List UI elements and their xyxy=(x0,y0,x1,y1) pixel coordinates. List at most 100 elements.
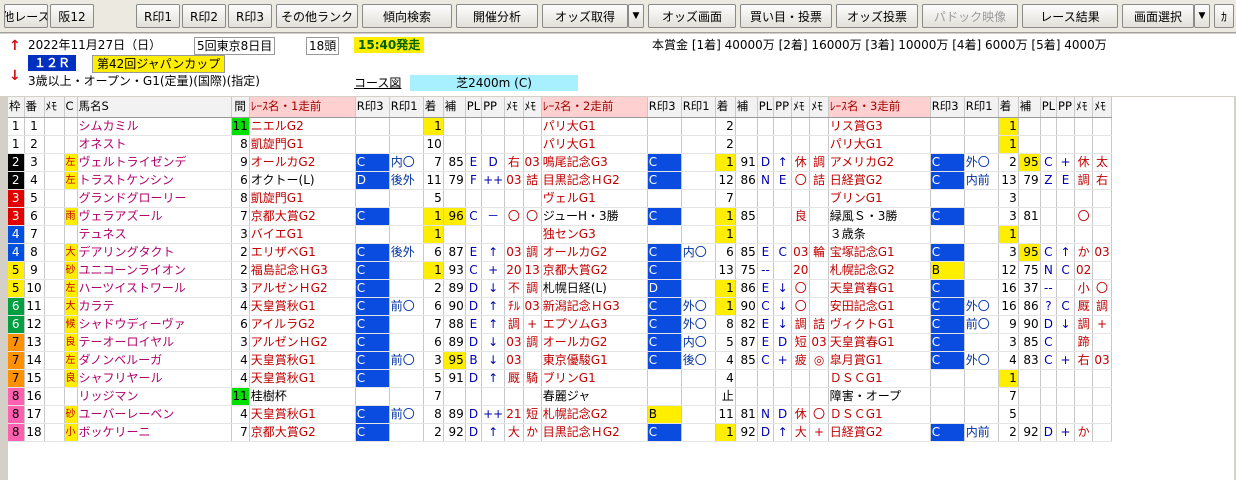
prev3-race-name: 障害・オープ xyxy=(828,387,931,406)
column-header[interactable]: R印3 xyxy=(355,97,390,118)
prev1-memo1: 03 xyxy=(504,243,524,262)
r-mark1-button[interactable]: R印1 xyxy=(136,4,180,28)
horse-row[interactable]: 8 16 リッジマン 11 桂樹杯 7 春麗ジャ 止 障害・オープ 7 xyxy=(8,387,1112,406)
horse-row[interactable]: 2 4 左トラストケンシン 6 オクトー(L) D 後外 11 79 F ++ 03 詰目黒記念ＨG2 C… xyxy=(8,171,1112,190)
other-race-button[interactable]: 他レース xyxy=(4,4,48,28)
column-header[interactable]: 枠 xyxy=(8,97,25,118)
horse-row[interactable]: 6 12 候シャドウディーヴァ 6 アイルラG2 C 7 88 E ↑ 調 + エプソムG3 C 外〇 8 82… xyxy=(8,315,1112,334)
column-header[interactable]: 着 xyxy=(715,97,736,118)
r-mark2-button[interactable]: R印2 xyxy=(182,4,226,28)
prev2-r-mark3: C xyxy=(647,207,682,226)
horse-row[interactable]: 3 6 雨ヴェラアズール 7 京都大賞G2 C 1 96 C －〇〇ジューH・3勝 C 1 85 良緑風Ｓ… xyxy=(8,207,1112,226)
prev2-r-mark1: 内〇 xyxy=(681,243,716,262)
other-rank-button[interactable]: その他ランク xyxy=(276,4,358,28)
horse-row[interactable]: 8 17 砂ユーバーレーベン 4 天皇賞秋G1 C 前〇 8 89 D ++ 21 短札幌記念G2 B 11… xyxy=(8,405,1112,424)
prev2-memo2: + xyxy=(809,423,829,442)
column-header[interactable]: 間 xyxy=(231,97,250,118)
screen-select-dropdown[interactable]: ▼ xyxy=(1194,4,1210,28)
column-header[interactable]: ﾚｰｽ名・3走前 xyxy=(828,97,931,118)
condition-cell xyxy=(64,135,78,154)
horse-name-cell: デアリングタクト xyxy=(77,243,232,262)
column-header[interactable]: PL xyxy=(757,97,775,118)
horse-row[interactable]: 4 8 大デアリングタクト 2 エリザベG1 C 後外 6 87 E ↑ 03 調オールカG2 C 内〇 6 8… xyxy=(8,243,1112,262)
column-header[interactable]: R印3 xyxy=(647,97,682,118)
course-map-link[interactable]: コース図 xyxy=(354,75,401,91)
prev3-pl xyxy=(1040,189,1058,208)
column-header[interactable]: PL xyxy=(465,97,483,118)
trend-search-button[interactable]: 傾向検索 xyxy=(362,4,452,28)
horse-row[interactable]: 1 2 オネスト 8 凱旋門G1 10 パリ大G1 2 パリ大G1 1 xyxy=(8,135,1112,154)
horse-row[interactable]: 3 5 グランドグローリー 8 凱旋門G1 5 ヴェルG1 7 ブリンG1 3 xyxy=(8,189,1112,208)
waku-cell: 1 xyxy=(8,135,25,154)
column-header[interactable]: ﾒﾓ xyxy=(1092,97,1112,118)
prev2-pp xyxy=(773,225,793,244)
horse-row[interactable]: 6 11 大カラテ 4 天皇賞秋G1 C 前〇 6 90 D ↑ ﾁﾙ 03 新潟記念ＨG3 C 外〇 1 90 C… xyxy=(8,297,1112,316)
column-header[interactable]: ﾒﾓ xyxy=(809,97,829,118)
odds-screen-button[interactable]: オッズ画面 xyxy=(648,4,736,28)
prev1-race-name: 桂樹杯 xyxy=(249,387,356,406)
prev2-r-mark3: D xyxy=(647,279,682,298)
column-header[interactable]: 着 xyxy=(423,97,444,118)
column-header[interactable]: R印1 xyxy=(964,97,999,118)
column-header[interactable]: ﾒﾓ xyxy=(1074,97,1094,118)
prev3-r-mark1 xyxy=(964,405,999,424)
column-header[interactable]: 着 xyxy=(998,97,1019,118)
column-header[interactable]: R印1 xyxy=(681,97,716,118)
overflow-button[interactable]: ｶ xyxy=(1214,4,1234,28)
r-mark3-button[interactable]: R印3 xyxy=(228,4,272,28)
column-header[interactable]: 番 xyxy=(24,97,45,118)
column-header[interactable]: C xyxy=(64,97,78,118)
prev3-rating: 79 xyxy=(1018,171,1041,190)
column-header[interactable]: ﾒﾓ xyxy=(504,97,524,118)
column-header[interactable]: ﾒﾓ xyxy=(791,97,811,118)
column-header[interactable]: ﾚｰｽ名・2走前 xyxy=(541,97,648,118)
prev2-r-mark1 xyxy=(681,261,716,280)
next-race-arrow-icon[interactable]: ↓ xyxy=(9,68,21,84)
prev3-pp xyxy=(1056,333,1076,352)
prev1-rating: 89 xyxy=(443,333,466,352)
prev1-race-name: 凱旋門G1 xyxy=(249,189,356,208)
horse-number-cell: 5 xyxy=(24,189,45,208)
column-header[interactable]: ﾒﾓ xyxy=(44,97,65,118)
course-select-button[interactable]: 阪12 xyxy=(50,4,94,28)
kaisai-analysis-button[interactable]: 開催分析 xyxy=(456,4,538,28)
prev2-rating: 82 xyxy=(735,315,758,334)
column-header[interactable]: PP xyxy=(1056,97,1076,118)
column-header[interactable]: ﾒﾓ xyxy=(523,97,542,118)
horse-number-cell: 4 xyxy=(24,171,45,190)
horse-row[interactable]: 8 18 小ボッケリーニ 7 京都大賞G2 C 2 92 D ↑ 大か目黒記念ＨG2 C 1 92 D ↑ 大 +… xyxy=(8,423,1112,442)
column-header[interactable]: PL xyxy=(1040,97,1058,118)
prev1-finish: 11 xyxy=(423,171,444,190)
column-header[interactable]: 補 xyxy=(1018,97,1041,118)
horse-row[interactable]: 5 10 左ハーツイストワール 3 アルゼンＨG2 C 2 89 D ↓ 不調札幌日経(L) D 1 86… xyxy=(8,279,1112,298)
horse-row[interactable]: 5 9 砂ユニコーンライオン 2 福島記念ＨG3 C 1 93 C +20 13 京都大賞G2 C 13 7… xyxy=(8,261,1112,280)
column-header[interactable]: PP xyxy=(481,97,506,118)
odds-fetch-button[interactable]: オッズ取得 xyxy=(542,4,628,28)
prev1-rating: 79 xyxy=(443,171,466,190)
horse-row[interactable]: 7 14 左ダノンベルーガ 4 天皇賞秋G1 C 前〇 3 95 B ↓ 03 東京優駿G1 C 後〇 4 85… xyxy=(8,351,1112,370)
waku-cell: 5 xyxy=(8,261,25,280)
horse-row[interactable]: 2 3 左ヴェルトライゼンデ 9 オールカG2 C 内〇 7 85 E D 右 03 鳴尾記念G3 C 1 91… xyxy=(8,153,1112,172)
prev-race-arrow-icon[interactable]: ↑ xyxy=(9,38,21,54)
prev1-pp: ↓ xyxy=(481,333,506,352)
prev3-pp: + xyxy=(1056,153,1076,172)
column-header[interactable]: ﾚｰｽ名・1走前 xyxy=(249,97,356,118)
prev1-r-mark1 xyxy=(389,261,424,280)
race-result-button[interactable]: レース結果 xyxy=(1022,4,1118,28)
column-header[interactable]: PP xyxy=(773,97,793,118)
horse-row[interactable]: 4 7 テュネス 3 バイエG1 1 独センG3 1 ３歳条 1 xyxy=(8,225,1112,244)
column-header[interactable]: R印1 xyxy=(389,97,424,118)
horse-row[interactable]: 7 15 良シャフリヤール 4 天皇賞秋G1 C 5 91 D ↑ 厩騎ブリンG1 4 ＤＳＣG1 1 xyxy=(8,369,1112,388)
column-header[interactable]: 馬名S xyxy=(77,97,232,118)
paddock-video-button[interactable]: パドック映像 xyxy=(922,4,1018,28)
column-header[interactable]: 補 xyxy=(443,97,466,118)
column-header[interactable]: R印3 xyxy=(930,97,965,118)
column-header[interactable]: 補 xyxy=(735,97,758,118)
horse-row[interactable]: 7 13 良テーオーロイヤル 3 アルゼンＨG2 C 6 89 D ↓ 03 調オールカG2 C 内〇 5 8… xyxy=(8,333,1112,352)
screen-select-button[interactable]: 画面選択 xyxy=(1122,4,1194,28)
condition-cell xyxy=(64,117,78,136)
odds-fetch-dropdown[interactable]: ▼ xyxy=(628,4,644,28)
horse-row[interactable]: 1 1 シムカミル 11 ニエルG2 1 パリ大G1 2 リス賞G3 1 xyxy=(8,117,1112,136)
bet-vote-button[interactable]: 買い目・投票 xyxy=(740,4,832,28)
odds-vote-button[interactable]: オッズ投票 xyxy=(836,4,918,28)
